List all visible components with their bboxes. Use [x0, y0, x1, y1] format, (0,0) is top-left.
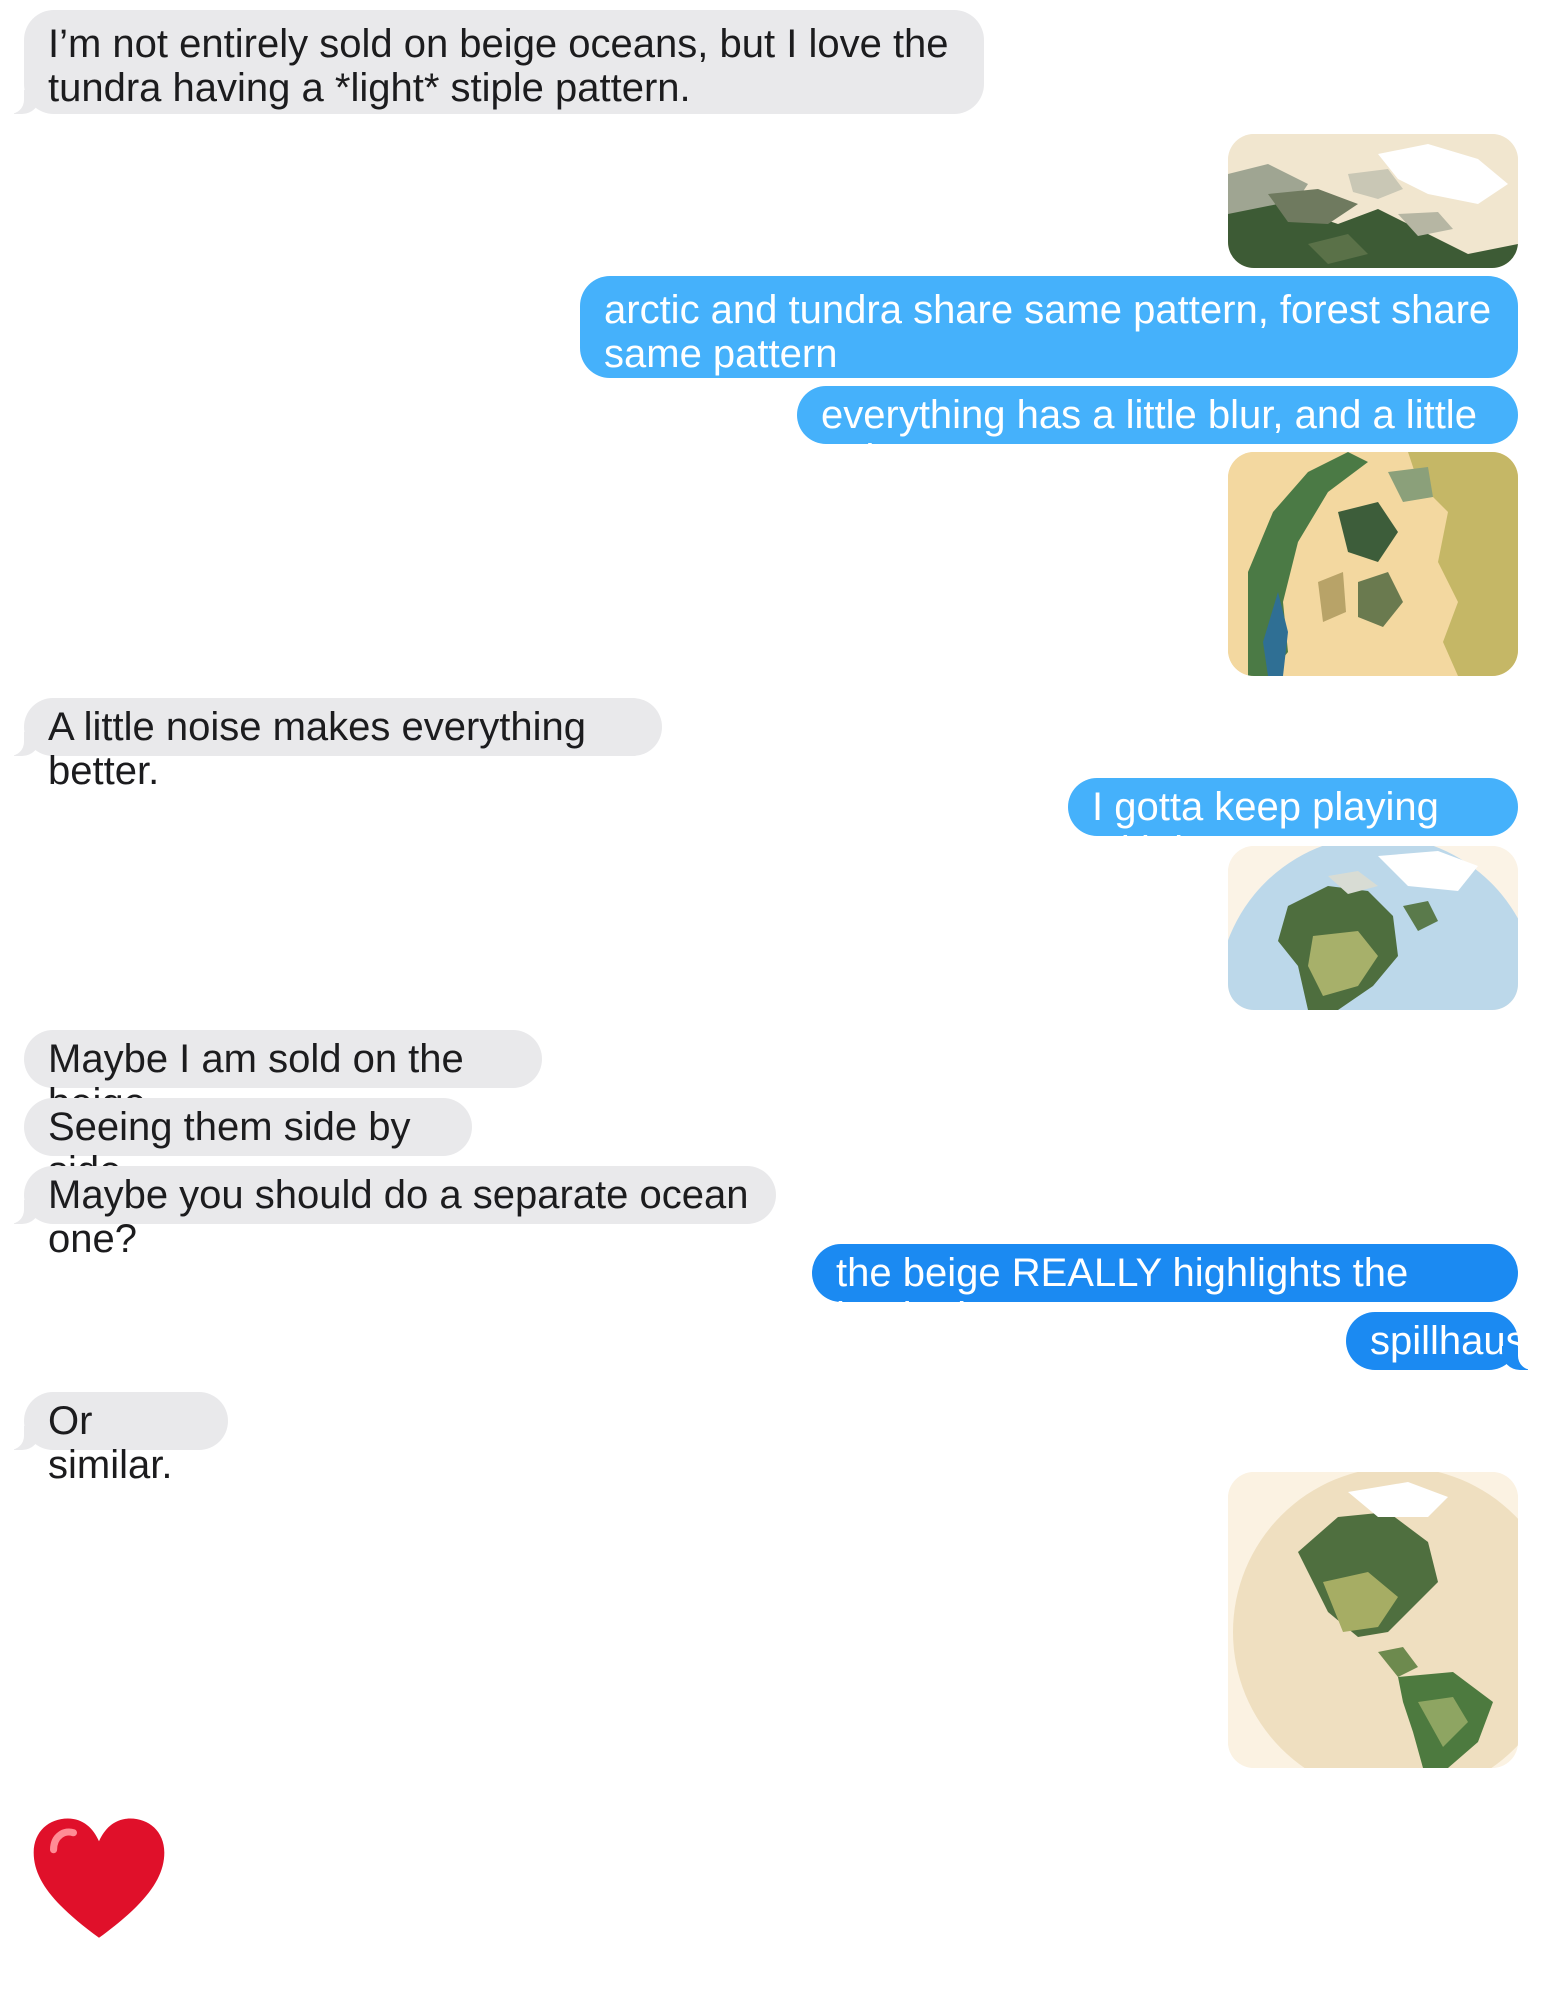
message-bubble-outgoing[interactable]: arctic and tundra share same pattern, fo… [580, 276, 1518, 378]
message-conversation: I’m not entirely sold on beige oceans, b… [0, 0, 1550, 1993]
message-bubble-incoming[interactable]: Maybe I am sold on the beige. [24, 1030, 542, 1125]
message-bubble-outgoing[interactable]: everything has a little blur, and a litt… [797, 386, 1518, 481]
message-text: I’m not entirely sold on beige oceans, b… [48, 22, 949, 110]
message-bubble-outgoing[interactable]: spillhaus [1346, 1312, 1542, 1370]
beige-globe-image [1228, 1472, 1518, 1768]
message-bubble-incoming[interactable]: Or similar. [0, 1392, 228, 1487]
image-attachment-ocean-globe[interactable] [1228, 846, 1518, 1010]
message-text: arctic and tundra share same pattern, fo… [604, 288, 1492, 376]
message-bubble-incoming[interactable]: Maybe you should do a separate ocean one… [0, 1166, 776, 1261]
message-bubble-incoming[interactable]: Seeing them side by side. [24, 1098, 472, 1193]
arctic-map-image [1228, 134, 1518, 268]
image-attachment-relief-map[interactable] [1228, 452, 1518, 676]
message-bubble-incoming[interactable]: I’m not entirely sold on beige oceans, b… [0, 10, 984, 114]
message-bubble-outgoing[interactable]: I gotta keep playing with it [1068, 778, 1518, 873]
message-text: spillhaus [1370, 1319, 1526, 1363]
message-text: Maybe you should do a separate ocean one… [48, 1173, 749, 1261]
message-bubble-incoming[interactable]: A little noise makes everything better. [0, 698, 662, 793]
image-attachment-beige-globe[interactable] [1228, 1472, 1518, 1768]
heart-emoji[interactable] [28, 1810, 170, 1952]
ocean-globe-image [1228, 846, 1518, 1010]
message-text: the beige REALLY highlights the land + i… [836, 1251, 1409, 1339]
message-text: Or similar. [48, 1399, 173, 1487]
message-bubble-outgoing[interactable]: the beige REALLY highlights the land + i… [812, 1244, 1518, 1339]
message-text: A little noise makes everything better. [48, 705, 587, 793]
image-attachment-arctic-map[interactable] [1228, 134, 1518, 268]
relief-map-image [1228, 452, 1518, 676]
